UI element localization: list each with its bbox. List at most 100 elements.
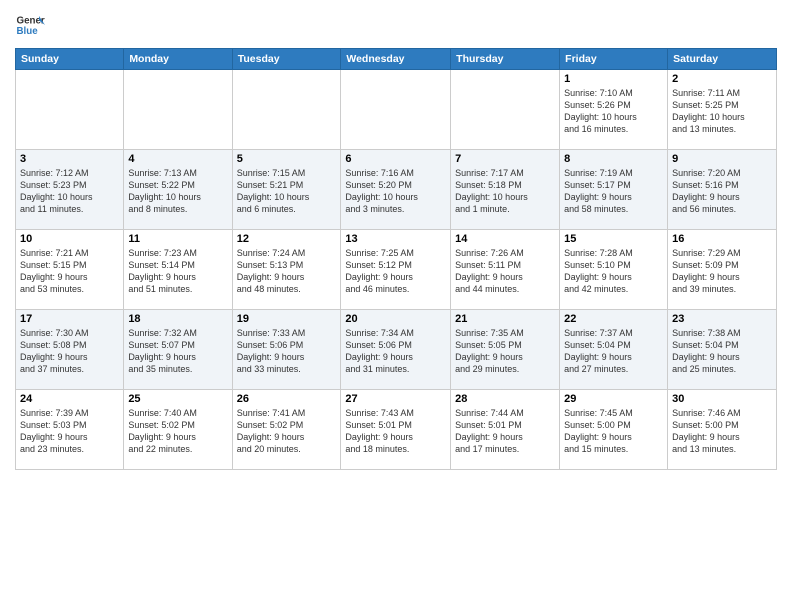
day-number: 20	[345, 313, 446, 325]
day-number: 8	[564, 153, 663, 165]
day-number: 24	[20, 393, 119, 405]
svg-text:Blue: Blue	[17, 26, 39, 37]
day-info: Sunrise: 7:45 AM Sunset: 5:00 PM Dayligh…	[564, 407, 663, 456]
day-cell: 9 Sunrise: 7:20 AM Sunset: 5:16 PM Daylig…	[668, 150, 777, 230]
day-number: 22	[564, 313, 663, 325]
day-info: Sunrise: 7:16 AM Sunset: 5:20 PM Dayligh…	[345, 167, 446, 216]
day-cell: 16 Sunrise: 7:29 AM Sunset: 5:09 PM Dayli…	[668, 230, 777, 310]
day-number: 19	[237, 313, 337, 325]
day-cell: 12Sunrise: 7:24 AM Sunset: 5:13 PM Dayli…	[232, 230, 341, 310]
day-number: 5	[237, 153, 337, 165]
day-cell: 10Sunrise: 7:21 AM Sunset: 5:15 PM Dayli…	[16, 230, 124, 310]
day-cell: 6 Sunrise: 7:16 AM Sunset: 5:20 PM Daylig…	[341, 150, 451, 230]
day-info: Sunrise: 7:33 AM Sunset: 5:06 PM Dayligh…	[237, 327, 337, 376]
week-row-5: 24 Sunrise: 7:39 AM Sunset: 5:03 PM Dayli…	[16, 390, 777, 470]
day-number: 17	[20, 313, 119, 325]
day-cell: 25 Sunrise: 7:40 AM Sunset: 5:02 PM Dayli…	[124, 390, 232, 470]
day-cell: 5 Sunrise: 7:15 AM Sunset: 5:21 PM Daylig…	[232, 150, 341, 230]
weekday-header-row: SundayMondayTuesdayWednesdayThursdayFrid…	[16, 49, 777, 70]
day-cell	[16, 70, 124, 150]
week-row-4: 17 Sunrise: 7:30 AM Sunset: 5:08 PM Dayli…	[16, 310, 777, 390]
day-cell: 14 Sunrise: 7:26 AM Sunset: 5:11 PM Dayli…	[451, 230, 560, 310]
day-cell: 22 Sunrise: 7:37 AM Sunset: 5:04 PM Dayli…	[560, 310, 668, 390]
day-info: Sunrise: 7:19 AM Sunset: 5:17 PM Dayligh…	[564, 167, 663, 216]
day-info: Sunrise: 7:43 AM Sunset: 5:01 PM Dayligh…	[345, 407, 446, 456]
day-info: Sunrise: 7:13 AM Sunset: 5:22 PM Dayligh…	[128, 167, 227, 216]
day-info: Sunrise: 7:15 AM Sunset: 5:21 PM Dayligh…	[237, 167, 337, 216]
weekday-thursday: Thursday	[451, 49, 560, 70]
day-cell	[451, 70, 560, 150]
header: General Blue	[15, 10, 777, 40]
weekday-sunday: Sunday	[16, 49, 124, 70]
logo: General Blue	[15, 10, 49, 40]
day-number: 21	[455, 313, 555, 325]
day-cell: 15Sunrise: 7:28 AM Sunset: 5:10 PM Dayli…	[560, 230, 668, 310]
day-number: 28	[455, 393, 555, 405]
day-number: 13	[345, 233, 446, 245]
day-info: Sunrise: 7:37 AM Sunset: 5:04 PM Dayligh…	[564, 327, 663, 376]
day-info: Sunrise: 7:30 AM Sunset: 5:08 PM Dayligh…	[20, 327, 119, 376]
day-info: Sunrise: 7:44 AM Sunset: 5:01 PM Dayligh…	[455, 407, 555, 456]
day-info: Sunrise: 7:12 AM Sunset: 5:23 PM Dayligh…	[20, 167, 119, 216]
day-number: 1	[564, 73, 663, 85]
day-number: 26	[237, 393, 337, 405]
day-number: 29	[564, 393, 663, 405]
day-number: 18	[128, 313, 227, 325]
day-number: 4	[128, 153, 227, 165]
day-number: 23	[672, 313, 772, 325]
day-info: Sunrise: 7:17 AM Sunset: 5:18 PM Dayligh…	[455, 167, 555, 216]
day-cell: 8 Sunrise: 7:19 AM Sunset: 5:17 PM Daylig…	[560, 150, 668, 230]
day-cell: 20 Sunrise: 7:34 AM Sunset: 5:06 PM Dayli…	[341, 310, 451, 390]
day-info: Sunrise: 7:26 AM Sunset: 5:11 PM Dayligh…	[455, 247, 555, 296]
weekday-friday: Friday	[560, 49, 668, 70]
day-info: Sunrise: 7:34 AM Sunset: 5:06 PM Dayligh…	[345, 327, 446, 376]
day-cell: 18 Sunrise: 7:32 AM Sunset: 5:07 PM Dayli…	[124, 310, 232, 390]
day-number: 11	[128, 233, 227, 245]
day-cell: 29 Sunrise: 7:45 AM Sunset: 5:00 PM Dayli…	[560, 390, 668, 470]
day-cell: 21 Sunrise: 7:35 AM Sunset: 5:05 PM Dayli…	[451, 310, 560, 390]
day-number: 9	[672, 153, 772, 165]
logo-icon: General Blue	[15, 10, 45, 40]
week-row-2: 3 Sunrise: 7:12 AM Sunset: 5:23 PM Daylig…	[16, 150, 777, 230]
day-cell: 3 Sunrise: 7:12 AM Sunset: 5:23 PM Daylig…	[16, 150, 124, 230]
day-cell: 13Sunrise: 7:25 AM Sunset: 5:12 PM Dayli…	[341, 230, 451, 310]
day-cell	[232, 70, 341, 150]
day-cell: 19 Sunrise: 7:33 AM Sunset: 5:06 PM Dayli…	[232, 310, 341, 390]
day-cell: 7Sunrise: 7:17 AM Sunset: 5:18 PM Daylig…	[451, 150, 560, 230]
day-number: 25	[128, 393, 227, 405]
day-number: 6	[345, 153, 446, 165]
day-info: Sunrise: 7:10 AM Sunset: 5:26 PM Dayligh…	[564, 87, 663, 136]
weekday-monday: Monday	[124, 49, 232, 70]
day-number: 14	[455, 233, 555, 245]
day-cell: 26 Sunrise: 7:41 AM Sunset: 5:02 PM Dayli…	[232, 390, 341, 470]
day-number: 12	[237, 233, 337, 245]
week-row-3: 10Sunrise: 7:21 AM Sunset: 5:15 PM Dayli…	[16, 230, 777, 310]
day-info: Sunrise: 7:35 AM Sunset: 5:05 PM Dayligh…	[455, 327, 555, 376]
day-info: Sunrise: 7:32 AM Sunset: 5:07 PM Dayligh…	[128, 327, 227, 376]
weekday-wednesday: Wednesday	[341, 49, 451, 70]
calendar-header: SundayMondayTuesdayWednesdayThursdayFrid…	[16, 49, 777, 70]
day-info: Sunrise: 7:40 AM Sunset: 5:02 PM Dayligh…	[128, 407, 227, 456]
day-number: 2	[672, 73, 772, 85]
day-info: Sunrise: 7:23 AM Sunset: 5:14 PM Dayligh…	[128, 247, 227, 296]
day-info: Sunrise: 7:38 AM Sunset: 5:04 PM Dayligh…	[672, 327, 772, 376]
day-info: Sunrise: 7:39 AM Sunset: 5:03 PM Dayligh…	[20, 407, 119, 456]
day-cell	[341, 70, 451, 150]
day-cell: 30Sunrise: 7:46 AM Sunset: 5:00 PM Dayli…	[668, 390, 777, 470]
page: General Blue SundayMondayTuesdayWednesda…	[0, 0, 792, 612]
calendar-body: 1 Sunrise: 7:10 AM Sunset: 5:26 PM Daylig…	[16, 70, 777, 470]
day-cell: 23 Sunrise: 7:38 AM Sunset: 5:04 PM Dayli…	[668, 310, 777, 390]
day-cell: 1 Sunrise: 7:10 AM Sunset: 5:26 PM Daylig…	[560, 70, 668, 150]
day-cell: 11 Sunrise: 7:23 AM Sunset: 5:14 PM Dayli…	[124, 230, 232, 310]
day-info: Sunrise: 7:41 AM Sunset: 5:02 PM Dayligh…	[237, 407, 337, 456]
day-info: Sunrise: 7:20 AM Sunset: 5:16 PM Dayligh…	[672, 167, 772, 216]
day-info: Sunrise: 7:29 AM Sunset: 5:09 PM Dayligh…	[672, 247, 772, 296]
day-number: 16	[672, 233, 772, 245]
day-info: Sunrise: 7:28 AM Sunset: 5:10 PM Dayligh…	[564, 247, 663, 296]
day-number: 3	[20, 153, 119, 165]
day-cell: 28 Sunrise: 7:44 AM Sunset: 5:01 PM Dayli…	[451, 390, 560, 470]
day-cell	[124, 70, 232, 150]
day-cell: 17 Sunrise: 7:30 AM Sunset: 5:08 PM Dayli…	[16, 310, 124, 390]
day-info: Sunrise: 7:11 AM Sunset: 5:25 PM Dayligh…	[672, 87, 772, 136]
day-cell: 27Sunrise: 7:43 AM Sunset: 5:01 PM Dayli…	[341, 390, 451, 470]
